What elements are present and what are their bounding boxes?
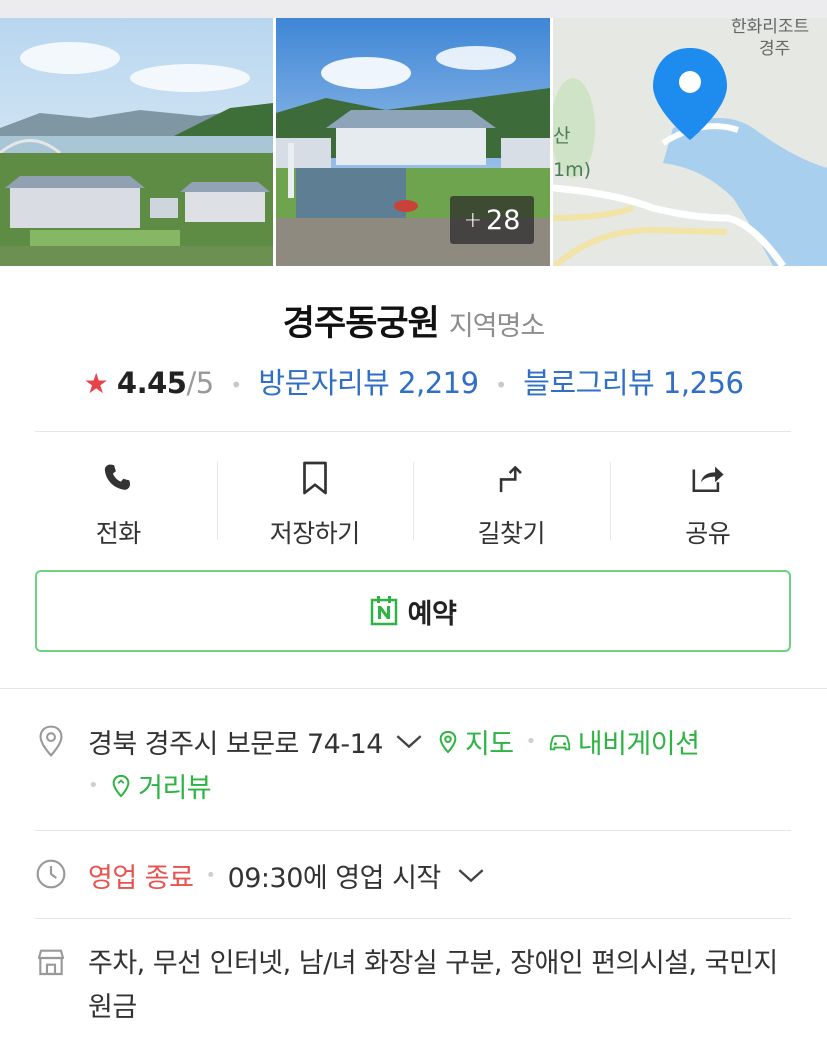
chevron-down-icon[interactable]: [457, 867, 485, 885]
photo-gallery: +28 한화리조트 경주 산 1m): [0, 18, 827, 266]
call-label: 전화: [95, 519, 142, 548]
hours-line[interactable]: 영업 종료 • 09:30에 영업 시작: [88, 856, 485, 895]
directions-button[interactable]: 길찾기: [413, 452, 610, 552]
svg-text:경주: 경주: [759, 39, 790, 59]
amenities-text: 주차, 무선 인터넷, 남/녀 화장실 구분, 장애인 편의시설, 국민지원금: [88, 948, 778, 1023]
svg-text:1m): 1m): [553, 159, 591, 181]
plus-icon: +: [463, 207, 483, 233]
divider: [35, 431, 791, 432]
more-photos-badge[interactable]: +28: [450, 196, 534, 244]
share-label: 공유: [685, 519, 731, 548]
place-title: 경주동궁원 지역명소: [0, 295, 827, 346]
directions-label: 길찾기: [477, 519, 545, 548]
clock-icon: [35, 858, 67, 894]
opening-time: 09:30에 영업 시작: [227, 863, 442, 894]
pin-icon: [439, 730, 457, 754]
store-icon: [35, 946, 67, 982]
navigation-link-label: 내비게이션: [577, 729, 700, 760]
more-photos-count: 28: [486, 204, 521, 236]
visitor-review-link[interactable]: 방문자리뷰 2,219: [258, 366, 479, 400]
address-line-2: • 거리뷰: [88, 766, 212, 805]
streetview-link-label: 거리뷰: [138, 773, 212, 804]
share-button[interactable]: 공유: [609, 452, 807, 552]
status-strip: [0, 0, 827, 18]
bookmark-icon: [295, 458, 335, 498]
divider: [35, 830, 791, 831]
separator-dot: •: [88, 775, 99, 796]
action-bar: 전화 저장하기 길찾기 공유: [20, 452, 806, 552]
address-line: 경북 경주시 보문로 74-14 지도 • 내비게이션: [88, 722, 700, 761]
address-text: 경북 경주시 보문로 74-14: [88, 729, 383, 760]
navigation-link[interactable]: 내비게이션: [548, 722, 700, 761]
car-icon: [549, 734, 570, 750]
rating-summary: ★ 4.45/5 • 방문자리뷰 2,219 • 블로그리뷰 1,256: [0, 360, 827, 402]
gallery-photo-2[interactable]: +28: [276, 18, 550, 266]
map-link[interactable]: 지도: [437, 722, 514, 761]
separator-dot: •: [205, 865, 216, 886]
location-icon: [35, 724, 67, 762]
separator-dot: •: [230, 373, 242, 397]
place-name: 경주동궁원: [282, 304, 440, 344]
call-button[interactable]: 전화: [20, 452, 217, 552]
save-label: 저장하기: [269, 519, 361, 548]
svg-text:한화리조트: 한화리조트: [731, 18, 809, 37]
rating-max: /5: [186, 366, 214, 400]
separator-dot: •: [495, 373, 507, 397]
separator-dot: •: [525, 731, 537, 752]
naver-calendar-icon: [370, 596, 397, 626]
chevron-down-icon[interactable]: [395, 733, 423, 751]
blog-review-link[interactable]: 블로그리뷰 1,256: [523, 366, 744, 400]
reserve-label: 예약: [407, 598, 457, 630]
divider: [35, 918, 791, 919]
reserve-button[interactable]: 예약: [35, 570, 791, 652]
star-icon: ★: [83, 367, 109, 400]
business-status: 영업 종료: [88, 863, 194, 894]
rating-score: 4.45: [116, 366, 187, 400]
place-category: 지역명소: [448, 311, 545, 342]
save-button[interactable]: 저장하기: [216, 452, 414, 552]
gallery-photo-1[interactable]: [0, 18, 273, 266]
mini-map[interactable]: 한화리조트 경주 산 1m): [553, 18, 827, 266]
directions-icon: [491, 458, 531, 498]
phone-icon: [98, 458, 138, 498]
map-link-label: 지도: [464, 729, 514, 760]
streetview-icon: [112, 774, 130, 798]
share-icon: [688, 458, 728, 498]
svg-text:산: 산: [553, 125, 570, 147]
section-divider: [0, 688, 827, 689]
streetview-link[interactable]: 거리뷰: [110, 766, 212, 805]
